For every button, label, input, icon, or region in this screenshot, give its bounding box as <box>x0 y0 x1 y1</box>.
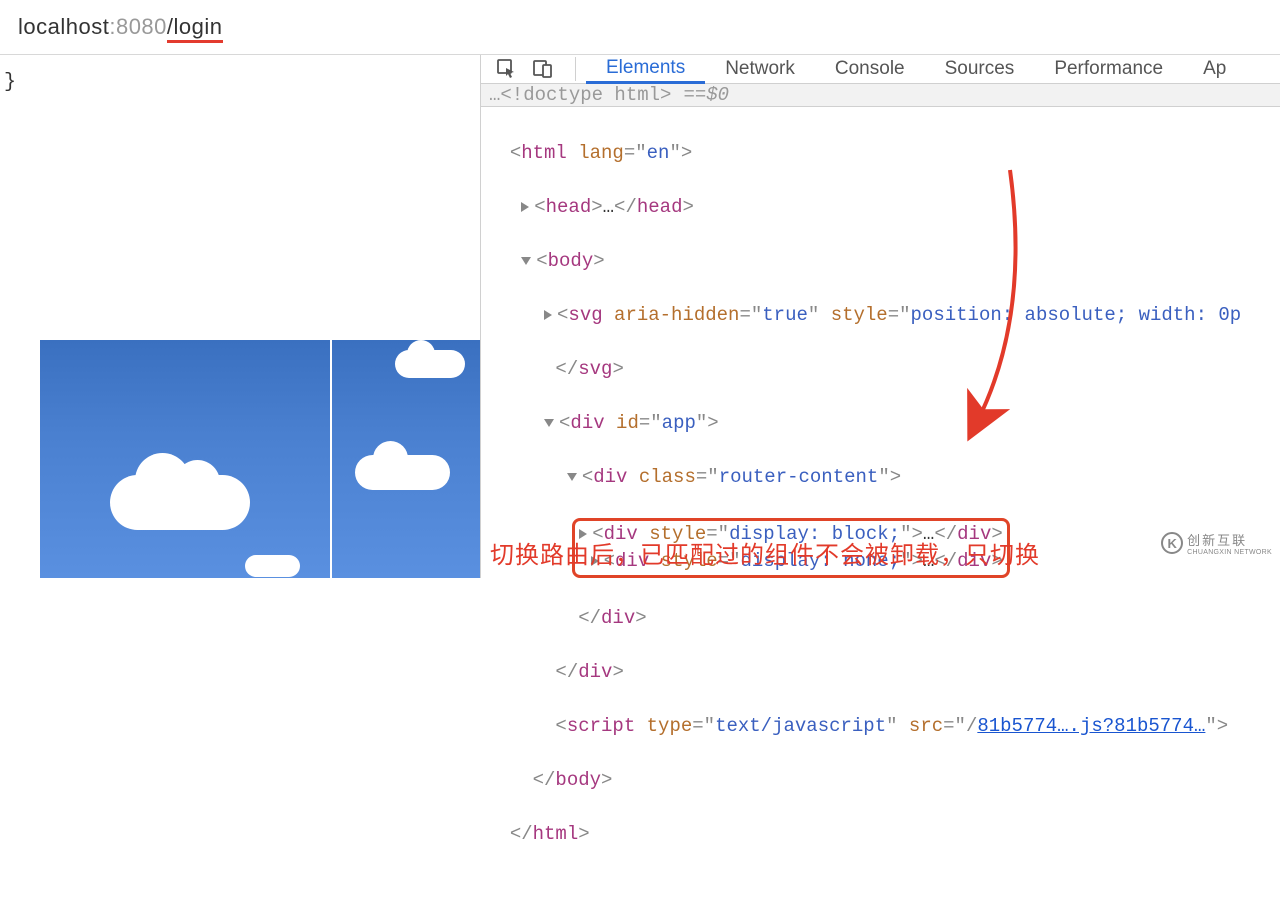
annotation-text: 切换路由后，已匹配过的组件不会被卸载，只切换 <box>490 535 1040 570</box>
collapse-icon[interactable] <box>567 473 577 481</box>
cloud <box>395 350 465 378</box>
expand-icon[interactable] <box>521 202 529 212</box>
dom-line[interactable]: </body> <box>487 767 1274 794</box>
collapse-icon[interactable] <box>521 257 531 265</box>
dom-line[interactable]: <body> <box>487 248 1274 275</box>
dom-line[interactable]: </svg> <box>487 356 1274 383</box>
background-image <box>40 340 480 578</box>
breadcrumb-dollar: $0 <box>706 84 729 106</box>
breadcrumb-bar[interactable]: …<!doctype html> == $0 <box>481 84 1280 107</box>
url-bar[interactable]: localhost:8080/login <box>0 0 1280 55</box>
code-brace: } <box>4 71 16 94</box>
expand-icon[interactable] <box>544 310 552 320</box>
url-text: localhost:8080/login <box>18 14 223 40</box>
dom-line[interactable]: <html lang="en"> <box>487 140 1274 167</box>
dom-line[interactable]: </html> <box>487 821 1274 848</box>
dom-line[interactable]: <div id="app"> <box>487 410 1274 437</box>
url-host: localhost <box>18 14 109 39</box>
tab-sources[interactable]: Sources <box>925 55 1035 83</box>
watermark-line2: CHUANGXIN NETWORK <box>1187 549 1272 556</box>
cloud <box>110 475 250 530</box>
dom-line[interactable]: <head>…</head> <box>487 194 1274 221</box>
watermark-line1: 创新互联 <box>1187 530 1272 549</box>
dom-line[interactable]: <script type="text/javascript" src="/81b… <box>487 713 1274 740</box>
tab-application-cut[interactable]: Ap <box>1183 55 1226 83</box>
cloud <box>355 455 450 490</box>
breadcrumb-eq: == <box>683 84 706 106</box>
tab-elements[interactable]: Elements <box>586 56 705 84</box>
watermark-logo-icon: K <box>1161 532 1183 554</box>
tab-console[interactable]: Console <box>815 55 925 83</box>
image-divider <box>330 340 332 578</box>
tab-performance[interactable]: Performance <box>1034 55 1183 83</box>
devtools-toolbar: Elements Network Console Sources Perform… <box>481 55 1280 84</box>
main-area: } Elements Network Console Sources Perfo… <box>0 55 1280 578</box>
dom-line[interactable]: <svg aria-hidden="true" style="position:… <box>487 302 1274 329</box>
dom-line[interactable]: <div class="router-content"> <box>487 464 1274 491</box>
page-preview-pane: } <box>0 55 480 578</box>
breadcrumb-ellipsis: … <box>489 84 500 106</box>
watermark: K 创新互联 CHUANGXIN NETWORK <box>1161 530 1272 556</box>
cloud <box>245 555 300 577</box>
tab-network[interactable]: Network <box>705 55 815 83</box>
dom-line[interactable]: </div> <box>487 659 1274 686</box>
separator <box>575 57 576 81</box>
devtools-pane: Elements Network Console Sources Perform… <box>480 55 1280 578</box>
inspect-icon[interactable] <box>493 55 521 83</box>
url-port: :8080 <box>109 14 167 39</box>
url-path: /login <box>167 14 223 43</box>
collapse-icon[interactable] <box>544 419 554 427</box>
device-toggle-icon[interactable] <box>529 55 557 83</box>
breadcrumb-doctype: <!doctype html> <box>500 84 671 106</box>
dom-line[interactable]: </div> <box>487 605 1274 632</box>
dom-tree[interactable]: <html lang="en"> <head>…</head> <body> <… <box>481 107 1280 908</box>
script-src-link[interactable]: 81b5774….js?81b5774… <box>977 715 1205 737</box>
